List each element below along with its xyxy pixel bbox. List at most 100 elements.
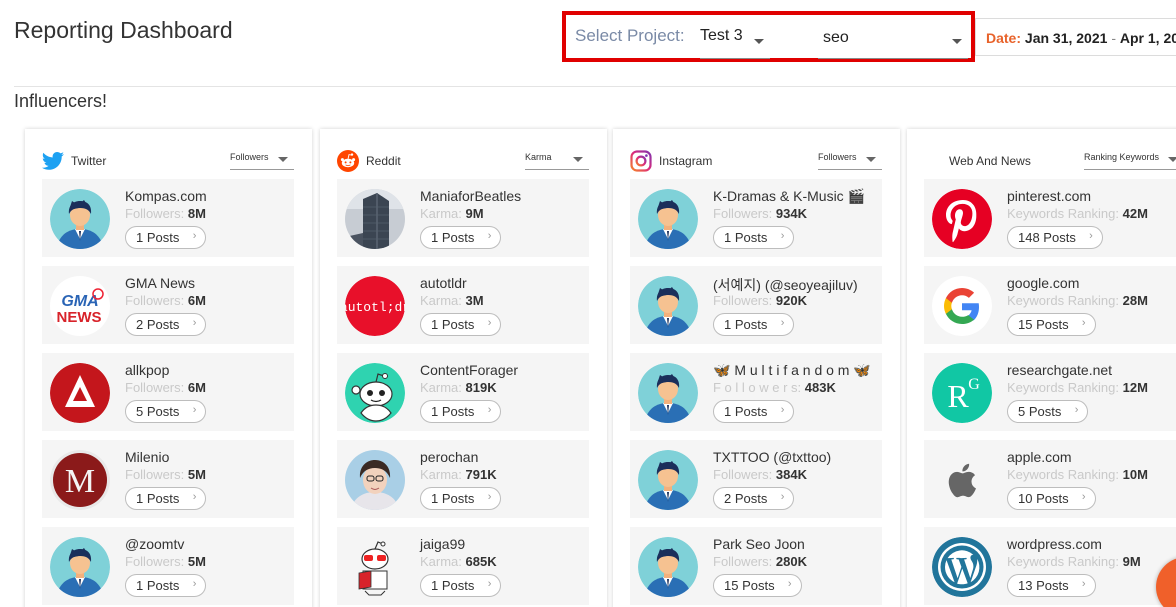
- posts-count: 15 Posts: [724, 578, 775, 593]
- posts-button[interactable]: 13 Posts ›: [1007, 574, 1096, 597]
- metric-label: Karma:: [420, 554, 462, 569]
- influencer-card[interactable]: Kompas.com Followers: 8M 1 Posts ›: [42, 179, 294, 257]
- column-title: Reddit: [366, 154, 401, 168]
- influencer-name: 🦋 M u l t i f a n d o m 🦋: [713, 362, 871, 378]
- column-header: Twitter Followers: [25, 129, 312, 179]
- metric-value: 6M: [187, 293, 206, 308]
- metric-label: Followers:: [713, 293, 773, 308]
- sort-select[interactable]: Karma: [525, 151, 589, 170]
- reporting-dashboard: Reporting Dashboard Select Project: Test…: [0, 0, 1176, 607]
- snoo-avatar: [345, 363, 405, 423]
- influencer-card[interactable]: wordpress.com Keywords Ranking: 9M 13 Post…: [924, 527, 1176, 605]
- influencer-card[interactable]: pinterest.com Keywords Ranking: 42M 148 Po…: [924, 179, 1176, 257]
- svg-text:M: M: [65, 463, 95, 500]
- metric-value: 12M: [1122, 380, 1148, 395]
- posts-button[interactable]: 1 Posts ›: [125, 574, 207, 597]
- metric-label: F o l l o w e r s:: [713, 380, 802, 395]
- influencer-card[interactable]: K-Dramas & K-Music 🎬 Followers: 934K 1 Pos…: [630, 179, 882, 257]
- posts-button[interactable]: 148 Posts ›: [1007, 226, 1103, 249]
- influencer-name: ManiaforBeatles: [420, 188, 522, 204]
- project-selector-highlight: Select Project: Test 3 seo: [562, 11, 975, 62]
- posts-button[interactable]: 1 Posts ›: [420, 487, 502, 510]
- influencer-card[interactable]: ManiaforBeatles Karma: 9M 1 Posts ›: [337, 179, 589, 257]
- wordpress-logo: [932, 537, 992, 597]
- metric-label: Keywords Ranking:: [1007, 554, 1119, 569]
- autotldr-logo: autotl;dr: [345, 276, 405, 336]
- posts-button[interactable]: 2 Posts ›: [125, 313, 207, 336]
- influencer-metric: F o l l o w e r s: 483K: [713, 380, 836, 395]
- posts-button[interactable]: 1 Posts ›: [125, 226, 207, 249]
- influencer-card[interactable]: ContentForager Karma: 819K 1 Posts ›: [337, 353, 589, 431]
- metric-label: Followers:: [713, 554, 773, 569]
- metric-value: 483K: [804, 380, 836, 395]
- influencer-metric: Karma: 685K: [420, 554, 497, 569]
- influencer-card[interactable]: M Milenio Followers: 5M 1 Posts ›: [42, 440, 294, 518]
- influencer-name: google.com: [1007, 275, 1080, 291]
- sort-select[interactable]: Ranking Keywords: [1084, 151, 1176, 170]
- posts-button[interactable]: 1 Posts ›: [713, 313, 795, 336]
- posts-button[interactable]: 15 Posts ›: [713, 574, 802, 597]
- sort-select[interactable]: Followers: [818, 151, 882, 170]
- influencer-card[interactable]: apple.com Keywords Ranking: 10M 10 Posts ›: [924, 440, 1176, 518]
- person-photo: [345, 450, 405, 510]
- posts-button[interactable]: 1 Posts ›: [420, 313, 502, 336]
- chevron-right-icon: ›: [487, 404, 492, 416]
- influencer-card[interactable]: Park Seo Joon Followers: 280K 15 Posts ›: [630, 527, 882, 605]
- reddit-icon: [336, 149, 360, 173]
- influencer-card[interactable]: google.com Keywords Ranking: 28M 15 Posts ›: [924, 266, 1176, 344]
- influencer-card[interactable]: (서예지) (@seoyeajiluv) Followers: 920K 1 Pos…: [630, 266, 882, 344]
- keyword-select[interactable]: seo: [818, 26, 968, 59]
- default-avatar: [638, 189, 698, 249]
- influencer-card[interactable]: R Gresearchgate.net Keywords Ranking: 12M 5…: [924, 353, 1176, 431]
- caret-down-icon: [573, 157, 583, 162]
- posts-count: 1 Posts: [136, 230, 180, 245]
- posts-count: 13 Posts: [1018, 578, 1069, 593]
- posts-button[interactable]: 15 Posts ›: [1007, 313, 1096, 336]
- influencer-metric: Followers: 934K: [713, 206, 807, 221]
- posts-button[interactable]: 1 Posts ›: [713, 400, 795, 423]
- chevron-right-icon: ›: [192, 230, 197, 242]
- influencer-card[interactable]: @zoomtv Followers: 5M 1 Posts ›: [42, 527, 294, 605]
- posts-button[interactable]: 2 Posts ›: [713, 487, 795, 510]
- posts-button[interactable]: 5 Posts ›: [1007, 400, 1089, 423]
- posts-button[interactable]: 5 Posts ›: [125, 400, 207, 423]
- chevron-right-icon: ›: [192, 317, 197, 329]
- posts-button[interactable]: 1 Posts ›: [420, 400, 502, 423]
- default-avatar: [638, 363, 698, 423]
- section-title-text: Influencers!: [14, 92, 108, 110]
- posts-button[interactable]: 1 Posts ›: [420, 226, 502, 249]
- influencer-card[interactable]: GMA NEWS GMA News Followers: 6M 2 Posts ›: [42, 266, 294, 344]
- metric-value: 280K: [775, 554, 807, 569]
- metric-value: 42M: [1122, 206, 1148, 221]
- instagram-icon: [629, 149, 653, 173]
- posts-button[interactable]: 1 Posts ›: [420, 574, 502, 597]
- influencer-card[interactable]: autotl;dr autotldr Karma: 3M 1 Posts ›: [337, 266, 589, 344]
- influencer-name: ContentForager: [420, 362, 519, 378]
- influencer-name: autotldr: [420, 275, 467, 291]
- metric-label: Followers:: [125, 380, 185, 395]
- influencer-card[interactable]: 🦋 M u l t i f a n d o m 🦋 F o l l o w e r…: [630, 353, 882, 431]
- influencer-name: jaiga99: [420, 536, 466, 552]
- influencer-name: allkpop: [125, 362, 170, 378]
- influencer-card[interactable]: perochan Karma: 791K 1 Posts ›: [337, 440, 589, 518]
- default-avatar: [638, 450, 698, 510]
- influencer-card[interactable]: jaiga99 Karma: 685K 1 Posts ›: [337, 527, 589, 605]
- posts-button[interactable]: 1 Posts ›: [713, 226, 795, 249]
- posts-button[interactable]: 10 Posts ›: [1007, 487, 1096, 510]
- sort-select[interactable]: Followers: [230, 151, 294, 170]
- date-range-picker[interactable]: Date: Jan 31, 2021 - Apr 1, 2021: [975, 18, 1176, 56]
- chevron-right-icon: ›: [1081, 317, 1086, 329]
- influencer-card[interactable]: allkpop Followers: 6M 5 Posts ›: [42, 353, 294, 431]
- chevron-right-icon: ›: [780, 317, 785, 329]
- posts-count: 5 Posts: [1018, 404, 1062, 419]
- posts-button[interactable]: 1 Posts ›: [125, 487, 207, 510]
- influencer-card[interactable]: TXTTOO (@txttoo) Followers: 384K 2 Posts ›: [630, 440, 882, 518]
- influencer-metric: Followers: 280K: [713, 554, 807, 569]
- metric-value: 9M: [1122, 554, 1141, 569]
- caret-down-icon: [866, 157, 876, 162]
- metric-value: 6M: [187, 380, 206, 395]
- project-select-value: Test 3: [700, 27, 743, 44]
- project-select[interactable]: Test 3: [700, 26, 770, 59]
- influencer-metric: Karma: 9M: [420, 206, 484, 221]
- influencer-metric: Followers: 6M: [125, 293, 206, 308]
